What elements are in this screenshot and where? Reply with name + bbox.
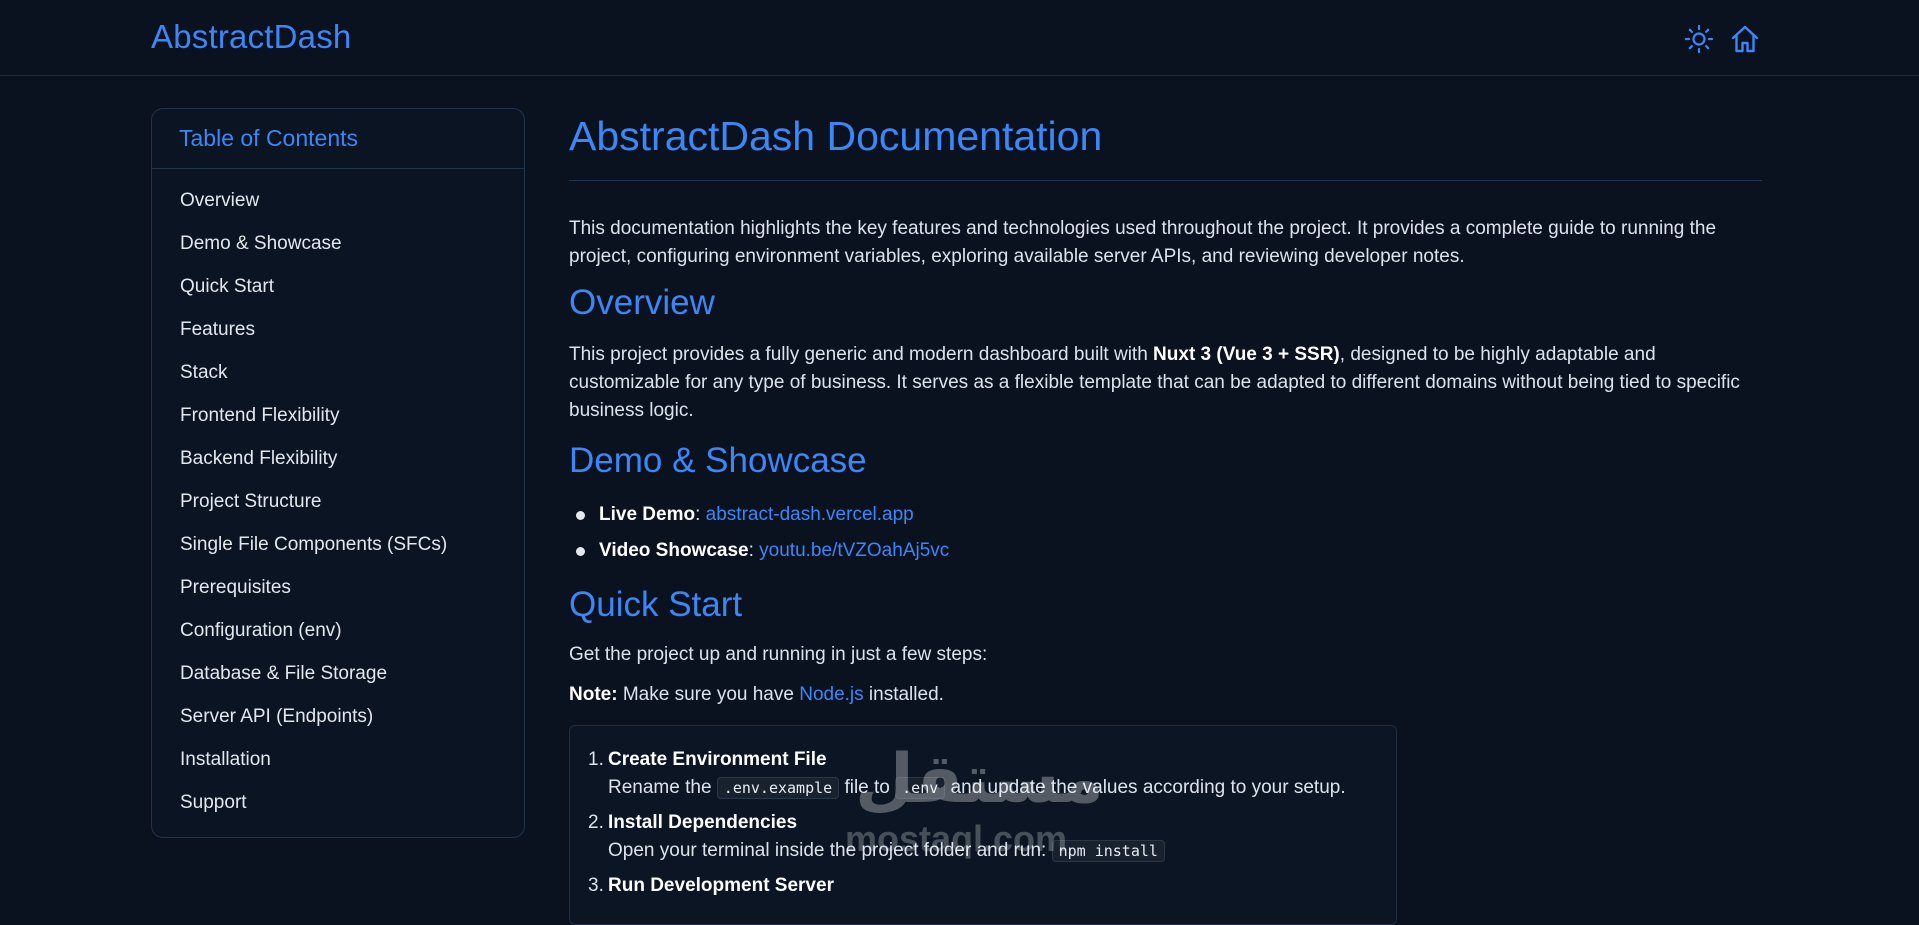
step-description: Rename the .env.example file to .env and… [588,774,1396,802]
toc-item-server-api[interactable]: Server API (Endpoints) [180,695,524,738]
page-title: AbstractDash Documentation [569,108,1762,181]
live-demo-label: Live Demo [599,504,696,525]
note-label: Note: [569,684,618,705]
quick-start-note: Note: Make sure you have Node.js install… [569,681,1762,709]
step-1: 1. Create Environment File Rename the .en… [588,746,1396,802]
toc-item-quick-start[interactable]: Quick Start [180,265,524,308]
intro-paragraph: This documentation highlights the key fe… [569,218,1717,267]
list-item: Live Demo: abstract-dash.vercel.app [569,497,1762,533]
step-number: 3. [588,875,604,896]
brand-logo-text[interactable]: AbstractDash [151,18,351,56]
list-item: Video Showcase: youtu.be/tVZOahAj5vc [569,533,1762,569]
video-showcase-link[interactable]: youtu.be/tVZOahAj5vc [759,540,949,561]
top-bar: AbstractDash [0,0,1919,76]
toc-item-project-structure[interactable]: Project Structure [180,480,524,523]
step-title: Create Environment File [608,749,827,770]
step-2: 2. Install Dependencies Open your termina… [588,809,1396,865]
top-actions [1684,24,1760,54]
quick-start-steps: 1. Create Environment File Rename the .en… [569,725,1397,925]
table-of-contents: Table of Contents Overview Demo & Showca… [151,108,525,838]
toc-item-installation[interactable]: Installation [180,738,524,781]
toc-item-configuration[interactable]: Configuration (env) [180,609,524,652]
toc-item-features[interactable]: Features [180,308,524,351]
demo-heading: Demo & Showcase [569,441,867,480]
npm-install-code: npm install [1051,840,1165,862]
step-text: Open your terminal inside the project fo… [608,840,1052,861]
overview-text-bold: Nuxt 3 (Vue 3 + SSR) [1153,344,1340,365]
note-text-start: Make sure you have [617,684,800,705]
overview-text-start: This project provides a fully generic an… [569,344,1154,365]
demo-list: Live Demo: abstract-dash.vercel.app Vide… [569,497,1762,569]
nodejs-link[interactable]: Node.js [799,684,863,705]
env-example-code: .env.example [716,777,840,799]
step-text: Rename the [608,777,717,798]
toc-item-demo-showcase[interactable]: Demo & Showcase [180,222,524,265]
step-description: Open your terminal inside the project fo… [588,837,1396,865]
quick-start-intro: Get the project up and running in just a… [569,644,988,665]
overview-heading: Overview [569,283,715,322]
video-showcase-label: Video Showcase [599,540,749,561]
overview-paragraph: This project provides a fully generic an… [569,341,1762,425]
toc-item-stack[interactable]: Stack [180,351,524,394]
step-text: and update the values according to your … [945,777,1346,798]
step-text: file to [839,777,896,798]
toc-item-sfcs[interactable]: Single File Components (SFCs) [180,523,524,566]
sun-icon[interactable] [1684,24,1714,54]
env-code: .env [895,777,946,799]
doc-content: AbstractDash Documentation This document… [569,108,1762,925]
toc-item-overview[interactable]: Overview [180,179,524,222]
step-title: Install Dependencies [608,812,798,833]
toc-item-prerequisites[interactable]: Prerequisites [180,566,524,609]
step-3: 3. Run Development Server [588,872,1396,900]
step-title: Run Development Server [608,875,834,896]
toc-item-database-storage[interactable]: Database & File Storage [180,652,524,695]
live-demo-link[interactable]: abstract-dash.vercel.app [706,504,914,525]
step-number: 1. [588,749,604,770]
toc-item-frontend-flexibility[interactable]: Frontend Flexibility [180,394,524,437]
toc-item-support[interactable]: Support [180,781,524,824]
note-text-end: installed. [863,684,944,705]
home-icon[interactable] [1730,24,1760,54]
quick-start-heading: Quick Start [569,585,743,624]
toc-list: Overview Demo & Showcase Quick Start Fea… [152,169,524,824]
toc-item-backend-flexibility[interactable]: Backend Flexibility [180,437,524,480]
toc-title: Table of Contents [152,109,524,169]
step-number: 2. [588,812,604,833]
